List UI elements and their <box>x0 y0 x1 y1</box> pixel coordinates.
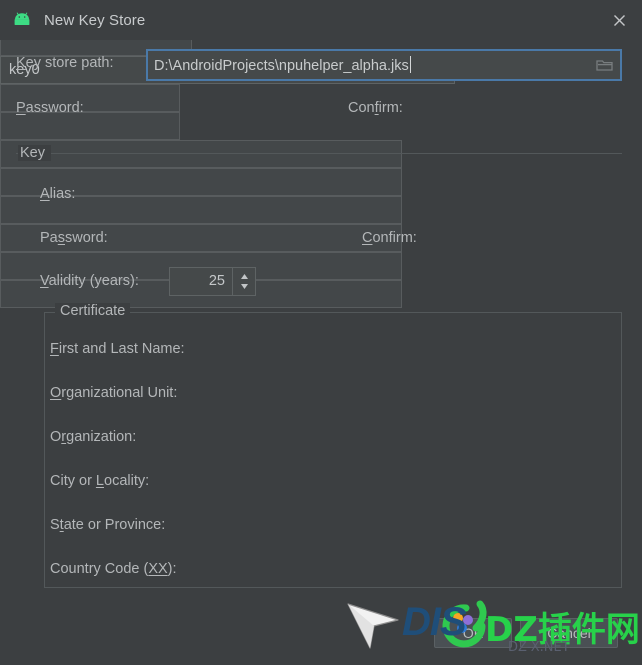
key-validity-label-row: Validity (years): <box>40 273 139 289</box>
cert-organization-label-row: Organization: <box>50 429 136 445</box>
cert-state-province-label: State or Province: <box>50 517 166 533</box>
cert-first-last-name-label-row: First and Last Name: <box>50 341 185 357</box>
ok-button[interactable]: OK <box>434 618 512 648</box>
cert-first-last-name-label: First and Last Name: <box>50 341 185 357</box>
key-confirm-label-row: Confirm: <box>362 230 417 246</box>
key-confirm-input[interactable] <box>0 112 180 140</box>
keystore-password-label-row: Password: <box>16 100 84 116</box>
stepper-arrows-icon[interactable] <box>232 268 255 295</box>
android-robot-icon <box>12 10 32 30</box>
cert-city-locality-label-row: City or Locality: <box>50 473 149 489</box>
key-group-separator <box>16 153 622 154</box>
key-group-title: Key <box>18 145 51 161</box>
cert-state-province-label-row: State or Province: <box>50 517 165 533</box>
keystore-confirm-label-row: Confirm: <box>348 100 403 116</box>
keystore-path-label: Key store path: <box>16 55 114 71</box>
new-key-store-dialog: New Key Store Key store path: D:\Android… <box>0 0 642 665</box>
cert-organizational-unit-label: Organizational Unit: <box>50 385 178 401</box>
text-caret <box>409 56 411 73</box>
key-password-label-row: Password: <box>40 230 108 246</box>
key-alias-label: Alias: <box>40 186 76 202</box>
key-confirm-label: Confirm: <box>362 230 417 246</box>
key-alias-label-row: Alias: <box>40 186 75 202</box>
cert-first-last-name-input[interactable] <box>0 140 402 168</box>
keystore-password-label: Password: <box>16 100 84 116</box>
cert-organization-label: Organization: <box>50 429 137 445</box>
dialog-titlebar: New Key Store <box>0 0 642 40</box>
close-icon[interactable] <box>604 6 634 34</box>
keystore-path-input[interactable]: D:\AndroidProjects\npuhelper_alpha.jks <box>146 49 622 81</box>
key-password-label: Password: <box>40 230 108 246</box>
dialog-title: New Key Store <box>44 11 146 29</box>
keystore-confirm-label: Confirm: <box>348 100 403 116</box>
key-validity-stepper[interactable]: 25 <box>169 267 256 296</box>
cancel-button[interactable]: Cancel <box>520 618 618 648</box>
cert-organizational-unit-label-row: Organizational Unit: <box>50 385 177 401</box>
keystore-path-label-row: Key store path: <box>16 55 114 71</box>
key-validity-label: Validity (years): <box>40 273 139 289</box>
keystore-path-value: D:\AndroidProjects\npuhelper_alpha.jks <box>154 56 411 74</box>
folder-icon[interactable] <box>590 51 620 79</box>
cert-country-code-label-row: Country Code (XX): <box>50 561 177 577</box>
key-validity-value: 25 <box>208 273 225 289</box>
cert-country-code-label: Country Code (XX): <box>50 561 177 577</box>
certificate-group-title: Certificate <box>55 303 131 319</box>
cert-city-locality-label: City or Locality: <box>50 473 150 489</box>
